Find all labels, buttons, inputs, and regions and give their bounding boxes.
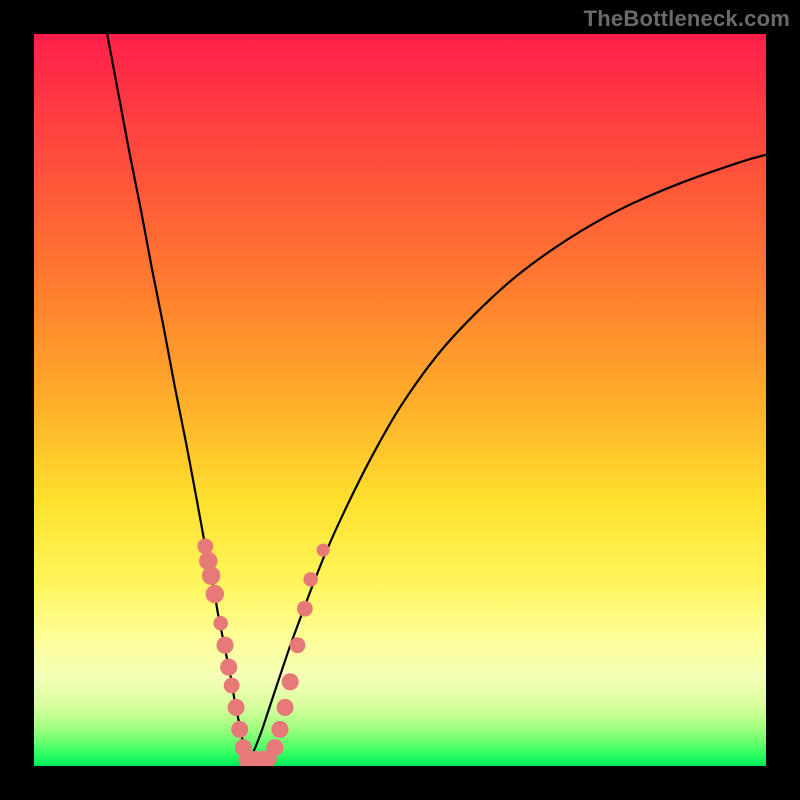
data-marker — [206, 585, 224, 603]
data-marker — [202, 566, 220, 584]
data-marker — [271, 721, 288, 738]
data-marker — [266, 739, 283, 756]
data-marker — [197, 538, 213, 554]
data-marker — [224, 678, 240, 694]
data-marker — [220, 659, 237, 676]
watermark-text: TheBottleneck.com — [584, 6, 790, 32]
data-marker — [227, 699, 244, 716]
data-marker — [290, 637, 306, 653]
data-marker — [231, 721, 248, 738]
bottleneck-curve — [107, 34, 766, 764]
data-marker — [213, 616, 228, 631]
data-marker — [216, 637, 233, 654]
chart-plot-area — [34, 34, 766, 766]
data-marker — [297, 601, 313, 617]
chart-frame: TheBottleneck.com — [0, 0, 800, 800]
data-marker — [303, 572, 318, 587]
data-marker — [277, 699, 294, 716]
chart-svg — [34, 34, 766, 766]
data-marker — [282, 673, 299, 690]
data-marker — [317, 543, 330, 556]
